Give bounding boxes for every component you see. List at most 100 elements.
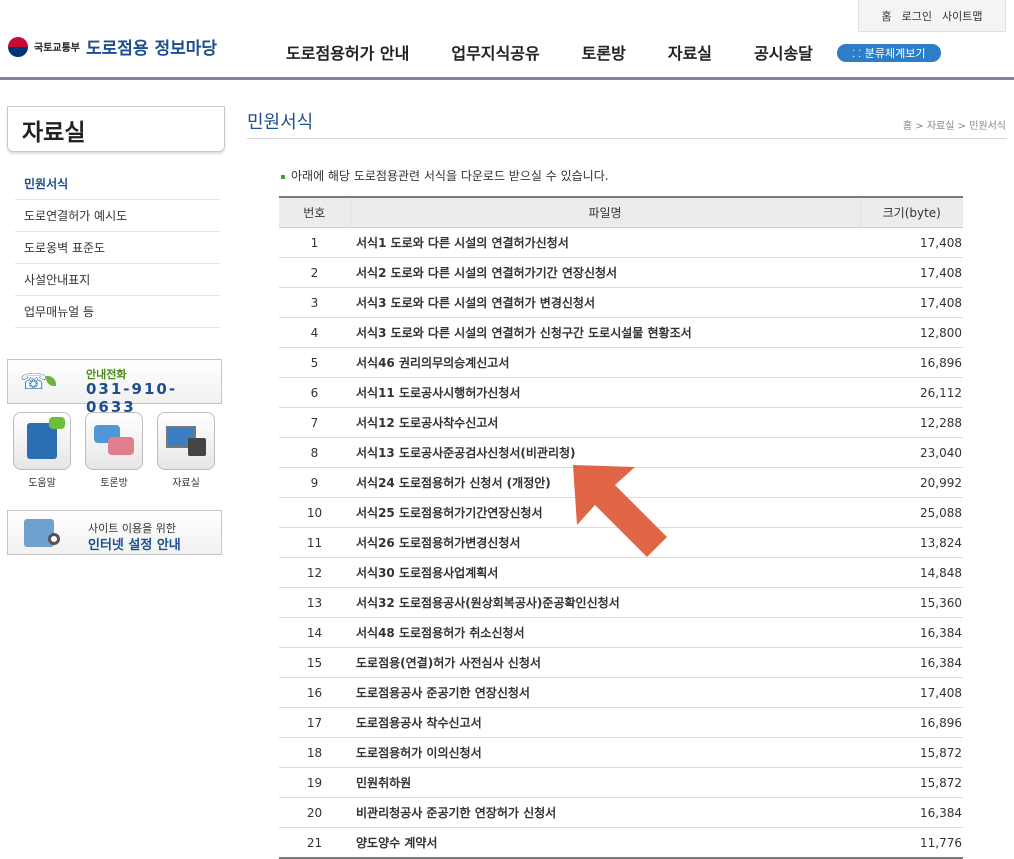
nav-public-notice[interactable]: 공시송달 bbox=[754, 40, 813, 64]
internet-settings-banner[interactable]: 사이트 이용을 위한 인터넷 설정 안내 bbox=[7, 510, 222, 555]
pointer-arrow-icon bbox=[573, 465, 667, 557]
file-download-link[interactable]: 서식48 도로점용허가 취소신청서 bbox=[350, 617, 860, 648]
side-item-manual[interactable]: 업무매뉴얼 등 bbox=[15, 296, 220, 328]
sitemap-link[interactable]: 사이트맵 bbox=[942, 8, 982, 24]
file-size: 15,872 bbox=[860, 767, 963, 798]
file-size: 15,872 bbox=[860, 737, 963, 768]
file-download-link[interactable]: 서식1 도로와 다른 시설의 연결허가신청서 bbox=[350, 227, 860, 258]
file-download-link[interactable]: 도로점용(연결)허가 사전심사 신청서 bbox=[350, 647, 860, 678]
call-number: 031-910-0633 bbox=[86, 380, 178, 416]
col-no: 번호 bbox=[279, 196, 350, 228]
quick-library[interactable]: 자료실 bbox=[157, 412, 215, 489]
table-row: 4 서식3 도로와 다른 시설의 연결허가 신청구간 도로시설물 현황조서 12,8… bbox=[279, 317, 963, 348]
table-row: 6 서식11 도로공사시행허가신청서 26,112 bbox=[279, 377, 963, 408]
file-download-link[interactable]: 서식11 도로공사시행허가신청서 bbox=[350, 377, 860, 408]
file-size: 23,040 bbox=[860, 437, 963, 468]
file-size: 17,408 bbox=[860, 677, 963, 708]
file-size: 16,384 bbox=[860, 617, 963, 648]
nav-knowledge-sharing[interactable]: 업무지식공유 bbox=[451, 40, 539, 64]
gear-icon bbox=[48, 533, 60, 545]
side-title-box: 자료실 bbox=[7, 106, 225, 152]
row-number: 2 bbox=[279, 257, 350, 288]
file-size: 17,408 bbox=[860, 257, 963, 288]
file-size: 11,776 bbox=[860, 827, 963, 859]
row-number: 6 bbox=[279, 377, 350, 408]
row-number: 14 bbox=[279, 617, 350, 648]
file-size: 15,360 bbox=[860, 587, 963, 618]
file-download-link[interactable]: 민원취하원 bbox=[350, 767, 860, 798]
file-download-link[interactable]: 서식3 도로와 다른 시설의 연결허가 변경신청서 bbox=[350, 287, 860, 318]
file-download-link[interactable]: 양도양수 계약서 bbox=[350, 827, 860, 859]
row-number: 10 bbox=[279, 497, 350, 528]
table-row: 2 서식2 도로와 다른 시설의 연결허가기간 연장신청서 17,408 bbox=[279, 257, 963, 288]
row-number: 20 bbox=[279, 797, 350, 828]
login-link[interactable]: 로그인 bbox=[902, 8, 932, 24]
page-title: 민원서식 bbox=[247, 112, 314, 133]
side-item-retaining-wall[interactable]: 도로옹벽 표준도 bbox=[15, 232, 220, 264]
file-size: 17,408 bbox=[860, 287, 963, 318]
home-link[interactable]: 홈 bbox=[882, 8, 892, 24]
file-download-link[interactable]: 서식32 도로점용공사(원상회복공사)준공확인신청서 bbox=[350, 587, 860, 618]
row-number: 12 bbox=[279, 557, 350, 588]
row-number: 13 bbox=[279, 587, 350, 618]
side-item-forms[interactable]: 민원서식 bbox=[15, 168, 220, 200]
computer-disk-icon bbox=[166, 424, 206, 458]
quick-help[interactable]: 도움말 bbox=[13, 412, 71, 489]
file-size: 26,112 bbox=[860, 377, 963, 408]
table-row: 17 도로점용공사 착수신고서 16,896 bbox=[279, 707, 963, 738]
side-menu: 민원서식 도로연결허가 예시도 도로옹벽 표준도 사설안내표지 업무매뉴얼 등 bbox=[15, 168, 220, 328]
file-download-link[interactable]: 서식2 도로와 다른 시설의 연결허가기간 연장신청서 bbox=[350, 257, 860, 288]
quick-forum[interactable]: 토론방 bbox=[85, 412, 143, 489]
table-row: 7 서식12 도로공사착수신고서 12,288 bbox=[279, 407, 963, 438]
table-row: 21 양도양수 계약서 11,776 bbox=[279, 827, 963, 859]
row-number: 4 bbox=[279, 317, 350, 348]
net-line2: 인터넷 설정 안내 bbox=[88, 538, 181, 553]
file-size: 12,800 bbox=[860, 317, 963, 348]
row-number: 19 bbox=[279, 767, 350, 798]
quick-forum-label: 토론방 bbox=[100, 478, 128, 489]
file-size: 20,992 bbox=[860, 467, 963, 498]
file-size: 14,848 bbox=[860, 557, 963, 588]
file-size: 12,288 bbox=[860, 407, 963, 438]
side-item-connection-example[interactable]: 도로연결허가 예시도 bbox=[15, 200, 220, 232]
site-logo[interactable]: 국토교통부 도로점용 정보마당 bbox=[8, 34, 217, 59]
file-download-link[interactable]: 서식12 도로공사착수신고서 bbox=[350, 407, 860, 438]
row-number: 3 bbox=[279, 287, 350, 318]
file-size: 16,384 bbox=[860, 647, 963, 678]
col-filename: 파일명 bbox=[349, 196, 860, 228]
side-item-private-sign[interactable]: 사설안내표지 bbox=[15, 264, 220, 296]
global-nav: 도로점용허가 안내 업무지식공유 토론방 자료실 공시송달 bbox=[286, 40, 855, 64]
bullet-icon bbox=[281, 174, 285, 179]
file-download-link[interactable]: 서식3 도로와 다른 시설의 연결허가 신청구간 도로시설물 현황조서 bbox=[350, 317, 860, 348]
table-row: 16 도로점용공사 준공기한 연장신청서 17,408 bbox=[279, 677, 963, 708]
file-download-link[interactable]: 도로점용허가 이의신청서 bbox=[350, 737, 860, 768]
table-row: 14 서식48 도로점용허가 취소신청서 16,384 bbox=[279, 617, 963, 648]
row-number: 7 bbox=[279, 407, 350, 438]
nav-permit-guide[interactable]: 도로점용허가 안내 bbox=[286, 40, 409, 64]
row-number: 16 bbox=[279, 677, 350, 708]
file-download-link[interactable]: 도로점용공사 준공기한 연장신청서 bbox=[350, 677, 860, 708]
row-number: 8 bbox=[279, 437, 350, 468]
col-size: 크기(byte) bbox=[859, 196, 963, 228]
file-download-link[interactable]: 비관리청공사 준공기한 연장허가 신청서 bbox=[350, 797, 860, 828]
table-row: 15 도로점용(연결)허가 사전심사 신청서 16,384 bbox=[279, 647, 963, 678]
intro-label: 아래에 해당 도로점용관련 서식을 다운로드 받으실 수 있습니다. bbox=[291, 169, 609, 183]
file-size: 16,896 bbox=[860, 347, 963, 378]
nav-library[interactable]: 자료실 bbox=[668, 40, 712, 64]
row-number: 1 bbox=[279, 227, 350, 258]
government-emblem-icon bbox=[8, 36, 28, 57]
file-download-link[interactable]: 도로점용공사 착수신고서 bbox=[350, 707, 860, 738]
call-info-banner: ☏ 안내전화 031-910-0633 bbox=[7, 359, 222, 416]
nav-forum[interactable]: 토론방 bbox=[582, 40, 626, 64]
file-size: 17,408 bbox=[860, 227, 963, 258]
row-number: 15 bbox=[279, 647, 350, 678]
quick-library-label: 자료실 bbox=[172, 478, 200, 489]
row-number: 5 bbox=[279, 347, 350, 378]
category-tree-button[interactable]: ⸬ 분류체계보기 bbox=[837, 44, 941, 62]
table-row: 1 서식1 도로와 다른 시설의 연결허가신청서 17,408 bbox=[279, 227, 963, 258]
quick-help-label: 도움말 bbox=[28, 478, 56, 489]
phone-icon: ☏ bbox=[20, 370, 48, 395]
file-download-link[interactable]: 서식46 권리의무의승계신고서 bbox=[350, 347, 860, 378]
side-title: 자료실 bbox=[22, 120, 86, 146]
help-book-icon bbox=[27, 417, 65, 459]
